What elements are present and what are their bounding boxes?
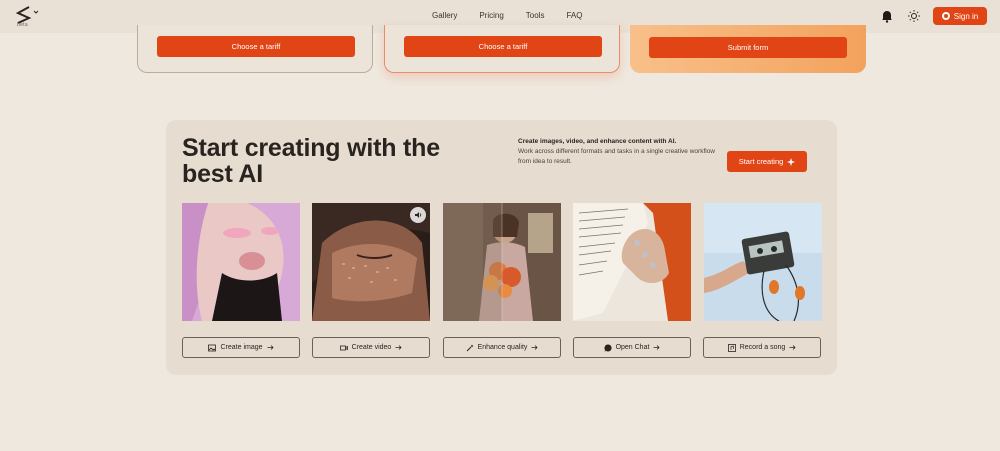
cassette-player-image [704,203,822,321]
tariff-card-1: Choose a tariff [137,25,373,73]
bell-icon[interactable] [880,9,894,23]
arrow-right-icon [267,345,274,350]
description-body: Work across different formats and tasks … [518,148,716,165]
book-hand-image [573,203,691,321]
portrait-image [182,203,300,321]
speaker-icon [415,212,422,218]
section-title: Start creating with the best AI [182,134,440,188]
arrow-right-icon [789,345,796,350]
sign-in-label: Sign in [953,11,979,21]
create-video-button[interactable]: Create video [312,337,430,358]
open-chat-label: Open Chat [615,344,650,351]
open-chat-preview[interactable] [573,203,691,321]
arrow-right-icon [395,345,402,350]
record-song-button[interactable]: Record a song [703,337,821,358]
section-description: Create images, video, and enhance conten… [518,137,718,167]
magic-wand-icon [466,344,474,351]
chat-icon [604,343,612,351]
start-creating-section: Start creating with the best AI Create i… [166,120,837,375]
main-nav: Gallery Pricing Tools FAQ [432,11,583,20]
nav-tools[interactable]: Tools [526,11,545,20]
choose-tariff-button[interactable]: Choose a tariff [157,36,355,57]
enhance-quality-button[interactable]: Enhance quality [443,337,561,358]
choose-tariff-button[interactable]: Choose a tariff [404,36,602,57]
create-video-preview[interactable] [312,203,430,321]
record-song-preview[interactable] [704,203,822,321]
sign-in-button[interactable]: Sign in [933,7,987,25]
create-image-preview[interactable] [182,203,300,321]
sparkle-icon [787,157,796,166]
chevron-down-icon[interactable] [33,9,39,15]
create-image-label: Create image [220,344,263,351]
open-chat-button[interactable]: Open Chat [573,337,691,358]
start-creating-button[interactable]: Start creating [727,151,807,172]
description-lead: Create images, video, and enhance conten… [518,138,677,145]
create-video-label: Create video [351,344,392,351]
logo-beta-badge: beta [17,22,28,28]
user-icon [941,12,950,20]
arrow-right-icon [531,345,538,350]
tariff-card-2: Choose a tariff [384,25,620,73]
nav-gallery[interactable]: Gallery [432,11,457,20]
record-song-label: Record a song [739,344,786,351]
enhance-quality-preview[interactable] [443,203,561,321]
nav-pricing[interactable]: Pricing [479,11,503,20]
theme-toggle-sun-icon[interactable] [907,9,921,23]
sound-toggle-button[interactable] [410,207,426,223]
image-icon [208,344,217,351]
start-creating-label: Start creating [738,157,784,166]
arrow-right-icon [653,345,660,350]
nav-faq[interactable]: FAQ [566,11,582,20]
create-image-button[interactable]: Create image [182,337,300,358]
enhance-photo-image [443,203,561,321]
video-icon [339,345,348,350]
submit-form-button[interactable]: Submit form [649,37,847,58]
music-icon [727,343,736,352]
tariff-card-3: Submit form [630,25,866,73]
enhance-quality-label: Enhance quality [477,344,528,351]
